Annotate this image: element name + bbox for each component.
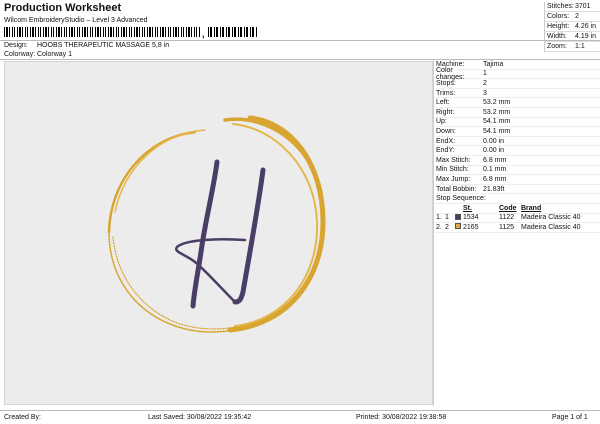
detail-row: Up: 54.1 mm <box>435 118 600 128</box>
stat-colors: Colors: 2 <box>545 12 600 22</box>
stat-label: Stitches: <box>547 3 574 10</box>
barcode-suffix: , <box>202 29 205 39</box>
detail-row: Stops: 2 <box>435 79 600 89</box>
header-brand: Brand <box>521 204 542 212</box>
created-by: Created By: <box>4 414 41 421</box>
stop-row: 1. 1 1534 1122 Madeira Classic 40 <box>435 213 600 224</box>
detail-row: EndX: 0.00 in <box>435 137 600 147</box>
stat-value: 1:1 <box>575 43 585 50</box>
detail-value: 54.1 mm <box>483 118 511 126</box>
detail-label: Left: <box>436 99 450 107</box>
last-saved: Last Saved: 30/08/2022 19:35:42 <box>148 414 252 421</box>
footer: Created By: Last Saved: 30/08/2022 19:35… <box>0 410 600 424</box>
detail-label: Stops: <box>436 79 456 87</box>
barcode <box>4 27 200 37</box>
detail-label: Min Stitch: <box>436 166 469 174</box>
detail-value: 53.2 mm <box>483 108 511 116</box>
thread-code: 1122 <box>499 214 515 222</box>
header-code: Code <box>499 204 517 212</box>
stat-value: 3701 <box>575 3 591 10</box>
detail-value: 21.83ft <box>483 185 505 193</box>
stat-value: 4.26 in <box>575 23 597 30</box>
header-st: St. <box>463 204 472 212</box>
worksheet-title: Production Worksheet <box>4 2 122 14</box>
embroidery-design-graphic <box>107 115 326 333</box>
divider <box>0 40 600 41</box>
stop-stitches: 2165 <box>463 223 479 231</box>
gold-circle-frame <box>107 115 326 333</box>
detail-row: Min Stitch: 0.1 mm <box>435 166 600 176</box>
detail-row: Trims: 3 <box>435 89 600 99</box>
thread-code: 1125 <box>499 223 515 231</box>
detail-row: Down: 54.1 mm <box>435 127 600 137</box>
stat-zoom: Zoom: 1:1 <box>545 42 600 52</box>
stat-label: Height: <box>547 23 570 30</box>
detail-label: Right: <box>436 108 455 116</box>
stat-value: 4.19 in <box>575 33 597 40</box>
design-row: Design: HOOBS THERAPEUTIC MASSAGE 5,8 in <box>4 42 169 49</box>
stop-sequence-label: Stop Sequence: <box>436 195 486 203</box>
detail-value: 53.2 mm <box>483 99 511 107</box>
printed-date: Printed: 30/08/2022 19:38:58 <box>356 414 447 421</box>
detail-value: Tajima <box>483 60 504 68</box>
colorway-label: Colorway: <box>4 51 36 58</box>
detail-value: 1 <box>483 70 487 78</box>
detail-label: Trims: <box>436 89 456 97</box>
design-preview-canvas <box>4 61 433 405</box>
design-label: Design: <box>4 42 28 49</box>
stat-value: 2 <box>575 13 579 20</box>
detail-row: Max Stitch: 6.8 mm <box>435 156 600 166</box>
detail-row: Total Bobbin: 21.83ft <box>435 185 600 195</box>
detail-label: EndX: <box>436 137 456 145</box>
design-value: HOOBS THERAPEUTIC MASSAGE 5,8 in <box>37 42 170 49</box>
detail-label: Color changes: <box>436 66 465 81</box>
detail-label: Total Bobbin: <box>436 185 477 193</box>
detail-value: 6.8 mm <box>483 175 507 183</box>
stat-label: Colors: <box>547 13 570 20</box>
stop-table-header: St. Code Brand <box>435 204 600 214</box>
detail-value: 0.00 in <box>483 147 505 155</box>
thread-brand: Madeira Classic 40 <box>521 223 581 231</box>
stop-index: 2. <box>436 223 442 231</box>
thread-swatch <box>455 223 463 231</box>
detail-label: Up: <box>436 118 447 126</box>
detail-value: 2 <box>483 79 487 87</box>
detail-label: Max Stitch: <box>436 156 471 164</box>
software-subtitle: Wilcom EmbroideryStudio – Level 3 Advanc… <box>4 17 148 24</box>
detail-value: 3 <box>483 89 487 97</box>
detail-value: 0.1 mm <box>483 166 507 174</box>
letter-h-monogram <box>174 159 266 309</box>
colorway-value: Colorway 1 <box>37 51 73 58</box>
stop-number: 2 <box>445 223 449 231</box>
page-number: Page 1 of 1 <box>552 414 588 421</box>
stat-label: Width: <box>547 33 567 40</box>
stop-sequence-title: Stop Sequence: <box>435 194 600 204</box>
stop-row: 2. 2 2165 1125 Madeira Classic 40 <box>435 223 600 233</box>
detail-row: EndY: 0.00 in <box>435 146 600 156</box>
barcode-secondary <box>208 27 258 37</box>
detail-row: Max Jump: 6.8 mm <box>435 175 600 185</box>
detail-label: Max Jump: <box>436 175 471 183</box>
colorway-row: Colorway: Colorway 1 <box>4 51 72 58</box>
top-stats-panel: Stitches: 3701 Colors: 2 Height: 4.26 in Wi… <box>544 2 600 52</box>
vertical-divider <box>433 60 434 406</box>
machine-details-panel: Machine: Tajima Color changes: 1 Stops: 2 T… <box>435 60 600 233</box>
stat-height: Height: 4.26 in <box>545 22 600 32</box>
detail-label: Down: <box>436 127 456 135</box>
detail-value: 54.1 mm <box>483 127 511 135</box>
stop-index: 1. <box>436 214 442 222</box>
stop-number: 1 <box>445 214 449 222</box>
stop-stitches: 1534 <box>463 214 479 222</box>
thread-swatch <box>455 213 463 222</box>
thread-brand: Madeira Classic 40 <box>521 214 581 222</box>
detail-value: 6.8 mm <box>483 156 507 164</box>
detail-label: EndY: <box>436 147 455 155</box>
detail-value: 0.00 in <box>483 137 505 145</box>
stat-stitches: Stitches: 3701 <box>545 2 600 12</box>
detail-row: Right: 53.2 mm <box>435 108 600 118</box>
detail-row: Color changes: 1 <box>435 66 600 81</box>
stat-label: Zoom: <box>547 43 567 50</box>
detail-row: Left: 53.2 mm <box>435 98 600 108</box>
